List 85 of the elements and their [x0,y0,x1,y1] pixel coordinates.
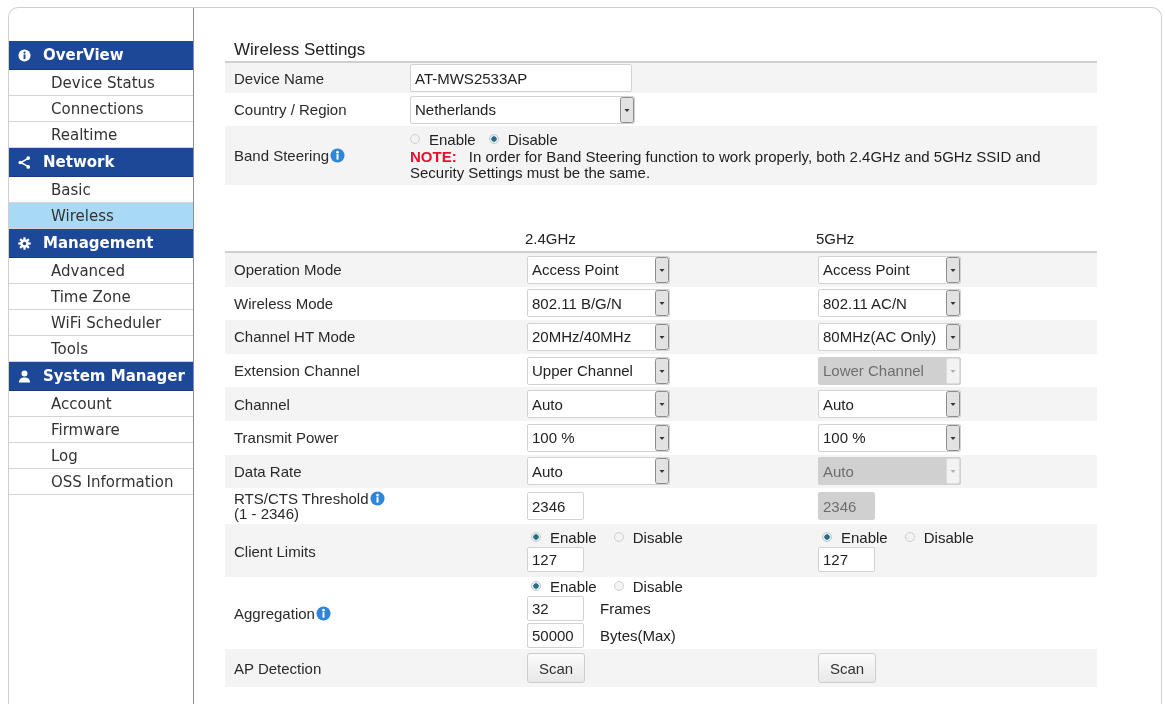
radio-button[interactable] [488,134,499,144]
field-label: Aggregation [234,605,315,623]
info-icon[interactable] [330,147,346,163]
column-header: 2.4GHz [525,230,576,247]
radio-label: Enable [550,577,597,595]
text-field[interactable]: 2346 [527,492,584,521]
radio-button[interactable] [613,581,624,592]
info-icon[interactable] [315,606,331,622]
section-title: Wireless Settings [234,40,366,59]
caret-icon [655,324,669,350]
caret-icon [946,256,960,283]
radio-label: Enable [841,528,888,546]
unit-label: Bytes(Max) [600,627,676,645]
radio-button[interactable] [904,532,915,543]
range-hint: (1 - 2346) [234,505,300,523]
field-label: Operation Mode [234,261,342,279]
nav-section-header[interactable]: OverView [9,41,193,70]
share-icon [18,155,31,169]
info-icon [18,48,31,62]
dropdown[interactable]: 20MHz/40MHz [527,323,670,351]
caret-icon [655,290,669,317]
field-label: AP Detection [234,659,322,677]
field-label: Channel [234,395,290,413]
nav-section-header[interactable]: System Manager [9,362,193,391]
text-field[interactable]: 50000 [527,623,584,649]
dropdown[interactable]: 100 % [818,423,961,452]
field-label: Transmit Power [234,429,339,447]
radio-label: Disable [923,528,974,546]
text-field[interactable]: 127 [527,547,584,573]
caret-icon [946,357,960,384]
dropdown[interactable]: Auto [527,457,670,486]
field-label: Country / Region [234,101,347,118]
radio-label: Enable [429,130,476,148]
dropdown[interactable]: Netherlands [410,95,635,124]
caret-icon [655,391,669,418]
field-label: Device Name [234,69,325,87]
caret-icon [655,458,669,485]
caret-icon [946,391,960,418]
dropdown[interactable]: Access Point [527,255,670,284]
caret-icon [946,324,960,350]
dropdown[interactable]: 802.11 AC/N [818,289,961,318]
field-label: Client Limits [234,542,316,560]
field-label: Data Rate [234,462,302,480]
info-icon[interactable] [369,491,385,507]
caret-icon [946,424,960,451]
field-label: Band Steering [234,146,330,164]
nav-section-header[interactable]: Management [9,229,193,258]
dropdown[interactable]: 802.11 B/G/N [527,289,670,318]
dropdown[interactable]: 80MHz(AC Only) [818,323,961,351]
radio-label: Enable [550,528,597,546]
dropdown[interactable]: 100 % [527,423,670,452]
caret-icon [655,256,669,283]
text-field[interactable]: 127 [818,547,875,573]
dropdown[interactable]: Auto [527,390,670,419]
radio-label: Disable [632,528,683,546]
text-field[interactable]: AT-MWS2533AP [410,64,632,92]
caret-icon [946,458,960,485]
user-icon [18,369,31,383]
radio-label: Disable [632,577,683,595]
scan-button[interactable]: Scan [527,653,586,684]
dropdown[interactable]: Auto [818,390,961,419]
gear-icon [18,236,31,250]
radio-button[interactable] [613,532,624,543]
nav-section-header[interactable]: Network [9,148,193,177]
field-label: Channel HT Mode [234,328,356,346]
dropdown[interactable]: Access Point [818,255,961,284]
text-field[interactable]: 32 [527,596,584,622]
caret-icon [620,96,634,123]
caret-icon [655,357,669,384]
column-header: 5GHz [816,230,855,247]
dropdown[interactable]: Upper Channel [527,356,670,385]
radio-label: Disable [507,130,558,148]
field-label: Extension Channel [234,362,360,380]
radio-button[interactable] [531,532,541,543]
note-text: NOTE: In order for Band Steering function to work properly, both 2.4GHz and 5GHz SSID and Security Settings must be the same. [410,149,1042,181]
scan-button[interactable]: Scan [818,653,877,684]
caret-icon [655,424,669,451]
radio-button[interactable] [822,532,832,543]
unit-label: Frames [600,600,651,618]
radio-button[interactable] [410,134,420,144]
field-label: Wireless Mode [234,294,334,312]
caret-icon [946,290,960,317]
radio-button[interactable] [531,581,541,592]
nav-item[interactable]: Wireless [9,203,193,229]
field-label: RTS/CTS Threshold [234,490,369,508]
